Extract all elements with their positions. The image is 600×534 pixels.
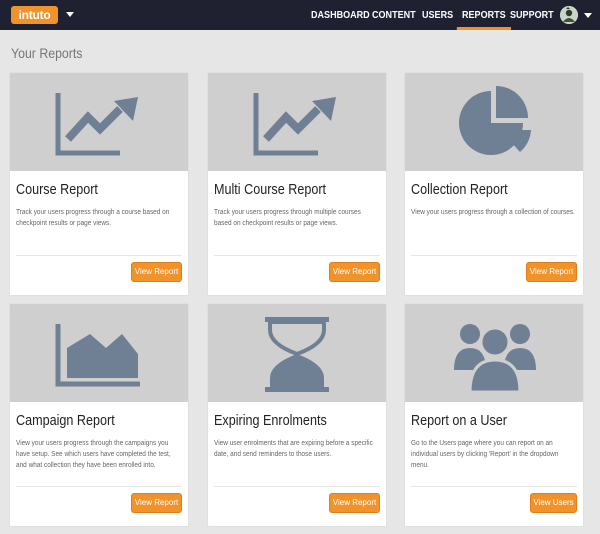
view-report-button[interactable]: View Report [131, 493, 182, 513]
card-collection-report: Collection Report View your users progre… [405, 73, 583, 295]
line-chart-icon [55, 93, 138, 156]
top-navbar: intuto DASHBOARD CONTENT USERS REPORTS S… [0, 0, 600, 30]
card-expiring-enrolments: Expiring Enrolments View user enrolments… [208, 304, 386, 526]
page-title: Your Reports [11, 45, 83, 61]
nav-dashboard[interactable]: DASHBOARD [311, 0, 370, 30]
card-hero [10, 73, 188, 171]
user-avatar[interactable] [560, 6, 578, 24]
intuto-logo[interactable]: intuto [11, 6, 58, 24]
card-multi-course-report: Multi Course Report Track your users pro… [208, 73, 386, 295]
divider [411, 486, 577, 487]
card-title: Course Report [16, 181, 98, 198]
card-title: Multi Course Report [214, 181, 327, 198]
card-description: Track your users progress through a cour… [16, 207, 170, 227]
divider [16, 255, 182, 256]
area-chart-icon [55, 324, 140, 387]
view-report-button[interactable]: View Report [131, 262, 182, 282]
card-title: Expiring Enrolments [214, 412, 327, 429]
card-title: Report on a User [411, 412, 507, 429]
line-chart-icon [253, 93, 336, 156]
card-hero [208, 304, 386, 402]
card-hero [405, 304, 583, 402]
pie-chart-icon [459, 86, 531, 155]
view-report-button[interactable]: View Report [526, 262, 577, 282]
card-description: View your users progress through the cam… [16, 438, 171, 469]
card-description: Track your users progress through multip… [214, 207, 361, 227]
users-icon [454, 324, 536, 394]
card-campaign-report: Campaign Report View your users progress… [10, 304, 188, 526]
view-report-button[interactable]: View Report [329, 493, 380, 513]
card-report-on-user: Report on a User Go to the Users page wh… [405, 304, 583, 526]
card-course-report: Course Report Track your users progress … [10, 73, 188, 295]
card-title: Campaign Report [16, 412, 115, 429]
card-hero [208, 73, 386, 171]
nav-reports[interactable]: REPORTS [456, 0, 511, 30]
chevron-down-icon[interactable] [584, 13, 592, 18]
card-description: Go to the Users page where you can repor… [411, 438, 559, 469]
nav-users[interactable]: USERS [422, 0, 453, 30]
nav-support[interactable]: SUPPORT [510, 0, 554, 30]
view-report-button[interactable]: View Report [329, 262, 380, 282]
divider [16, 486, 182, 487]
divider [214, 255, 380, 256]
divider [214, 486, 380, 487]
card-hero [10, 304, 188, 402]
card-description: View your users progress through a colle… [411, 207, 575, 216]
chevron-down-icon[interactable] [66, 12, 74, 17]
hourglass-icon [265, 317, 329, 392]
nav-content[interactable]: CONTENT [372, 0, 416, 30]
view-users-button[interactable]: View Users [530, 493, 577, 513]
card-hero [405, 73, 583, 171]
card-description: View user enrolments that are expiring b… [214, 438, 373, 458]
card-title: Collection Report [411, 181, 508, 198]
divider [411, 255, 577, 256]
